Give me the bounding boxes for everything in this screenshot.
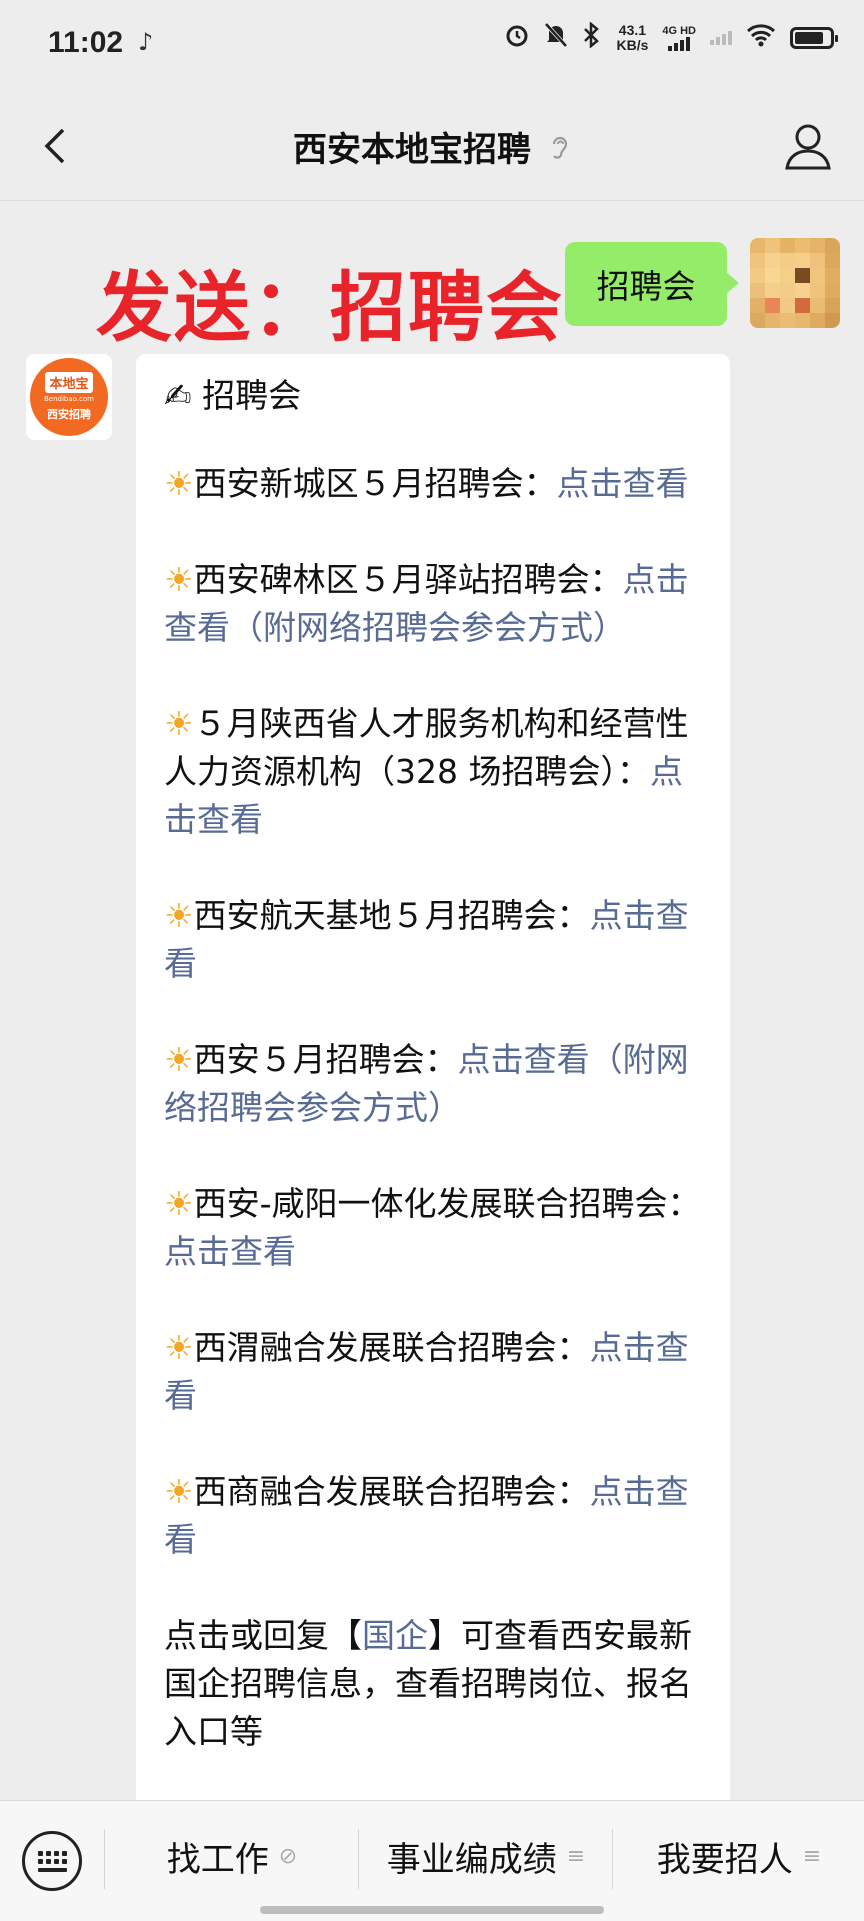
sun-icon: ☀	[164, 1184, 194, 1223]
footer-link[interactable]: 国企	[362, 1616, 428, 1655]
alarm-icon	[504, 22, 530, 53]
list-item: ☀西安５月招聘会：点击查看（附网络招聘会参会方式）	[164, 1036, 712, 1132]
sent-message-bubble[interactable]: 招聘会	[565, 242, 739, 326]
sent-message-text: 招聘会	[596, 267, 696, 306]
net-speed: 43.1 KB/s	[616, 21, 649, 53]
footer-prefix: 点击或回复【	[164, 1616, 362, 1655]
keyboard-toggle-button[interactable]	[22, 1831, 82, 1891]
reply-heading: ✍ 招聘会	[164, 372, 712, 420]
received-message-bubble: ✍ 招聘会 ☀西安新城区５月招聘会：点击查看 ☀西安碑林区５月驿站招聘会：点击查…	[136, 354, 730, 1814]
home-indicator[interactable]	[260, 1906, 604, 1914]
item-text: 西安５月招聘会：	[193, 1040, 458, 1079]
logo-domain: Bendibao.com	[43, 395, 94, 403]
keyboard-icon	[37, 1850, 67, 1872]
menu-icon: ≡	[802, 1843, 822, 1869]
menu-label: 找工作	[166, 1839, 269, 1880]
bluetooth-icon	[582, 21, 602, 53]
link-icon: ⊘	[278, 1843, 298, 1869]
item-text: ５月陕西省人才服务机构和经营性人力资源机构（328 场招聘会）：	[164, 704, 689, 791]
list-item: ☀西商融合发展联合招聘会：点击查看	[164, 1468, 712, 1564]
list-item: ☀西安航天基地５月招聘会：点击查看	[164, 892, 712, 988]
menu-label: 我要招人	[656, 1839, 793, 1880]
net-speed-unit: KB/s	[616, 36, 649, 53]
signal-2-icon	[710, 30, 732, 45]
annotation-text: 发送：招聘会	[96, 263, 564, 352]
sun-icon: ☀	[164, 896, 194, 935]
logo-sub: 西安招聘	[47, 408, 91, 421]
list-item: ☀西安碑林区５月驿站招聘会：点击查看（附网络招聘会参会方式）	[164, 556, 712, 652]
item-link[interactable]: 点击查看	[557, 464, 689, 503]
mute-icon	[544, 22, 568, 53]
item-text: 西商融合发展联合招聘会：	[193, 1472, 590, 1511]
chat-header: 西安本地宝招聘	[0, 92, 864, 201]
bendibao-logo: 本地宝 Bendibao.com 西安招聘	[30, 358, 108, 436]
sun-icon: ☀	[164, 1040, 194, 1079]
sender-avatar[interactable]: 本地宝 Bendibao.com 西安招聘	[26, 354, 112, 440]
sun-icon: ☀	[164, 560, 194, 599]
sun-icon: ☀	[164, 1328, 194, 1367]
menu-divider	[104, 1829, 105, 1889]
menu-civil-results[interactable]: 事业编成绩 ≡	[360, 1801, 612, 1911]
received-message-text: ✍ 招聘会 ☀西安新城区５月招聘会：点击查看 ☀西安碑林区５月驿站招聘会：点击查…	[164, 372, 712, 1804]
signal-icon: 4G HD	[662, 25, 696, 51]
ear-icon	[552, 136, 568, 159]
my-avatar[interactable]	[750, 238, 840, 328]
battery-icon	[790, 26, 838, 49]
bottom-menu-bar: 找工作 ⊘ 事业编成绩 ≡ 我要招人 ≡	[0, 1800, 864, 1921]
item-text: 西安新城区５月招聘会：	[193, 464, 557, 503]
header-title-container: 西安本地宝招聘	[0, 122, 864, 171]
item-text: 西安-咸阳一体化发展联合招聘会：	[193, 1184, 701, 1223]
status-icons: 43.1 KB/s 4G HD	[504, 21, 838, 53]
status-bar: 11:02 ♪ 43.1 KB/s 4G HD	[0, 0, 864, 92]
item-text: 西渭融合发展联合招聘会：	[193, 1328, 590, 1367]
sun-icon: ☀	[164, 1472, 194, 1511]
writing-hand-icon: ✍	[164, 376, 192, 415]
menu-divider	[358, 1829, 359, 1889]
menu-hire[interactable]: 我要招人 ≡	[614, 1801, 864, 1911]
sun-icon: ☀	[164, 704, 194, 743]
person-icon	[785, 124, 831, 170]
list-item: ☀西安-咸阳一体化发展联合招聘会： 点击查看	[164, 1180, 712, 1276]
logo-brand: 本地宝	[45, 372, 93, 393]
list-item: ☀西渭融合发展联合招聘会：点击查看	[164, 1324, 712, 1420]
sun-icon: ☀	[164, 464, 194, 503]
item-text: 西安航天基地５月招聘会：	[193, 896, 590, 935]
reply-footer: 点击或回复【国企】可查看西安最新国企招聘信息，查看招聘岗位、报名入口等	[164, 1612, 712, 1756]
list-item: ☀西安新城区５月招聘会：点击查看	[164, 460, 712, 508]
status-time: 11:02	[48, 26, 124, 59]
music-note-icon: ♪	[138, 28, 154, 56]
menu-icon: ≡	[566, 1843, 586, 1869]
item-text: 西安碑林区５月驿站招聘会：	[193, 560, 623, 599]
menu-divider	[612, 1829, 613, 1889]
page-title: 西安本地宝招聘	[293, 130, 531, 170]
list-item: ☀５月陕西省人才服务机构和经营性人力资源机构（328 场招聘会）：点击查看	[164, 700, 712, 844]
menu-find-job[interactable]: 找工作 ⊘	[106, 1801, 358, 1911]
wifi-icon	[746, 23, 776, 52]
item-link[interactable]: 点击查看	[164, 1232, 296, 1271]
network-label: 4G HD	[662, 24, 696, 37]
reply-heading-text: 招聘会	[202, 376, 302, 415]
net-speed-value: 43.1	[618, 21, 647, 38]
menu-label: 事业编成绩	[386, 1839, 557, 1880]
profile-button[interactable]	[782, 120, 834, 172]
